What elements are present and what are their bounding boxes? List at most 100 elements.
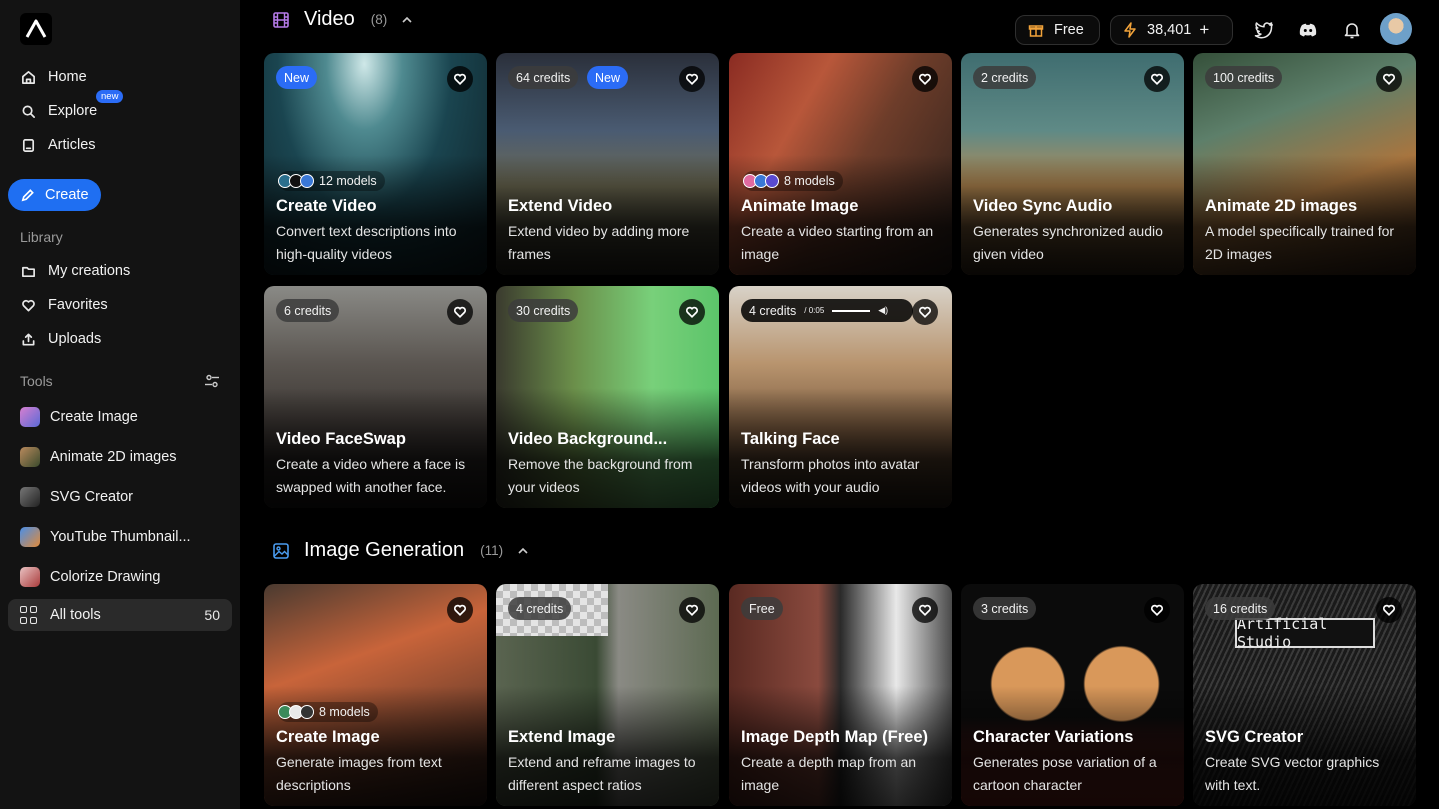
heart-icon	[454, 604, 466, 617]
card-animate-2d-images[interactable]: 100 credits Animate 2D images A model sp…	[1193, 53, 1416, 275]
bell-icon[interactable]	[1342, 20, 1362, 40]
chevron-up-icon[interactable]	[401, 14, 413, 26]
card-create-image[interactable]: 8 models Create Image Generate images fr…	[264, 584, 487, 806]
studio-sign: Artificial Studio	[1235, 615, 1375, 651]
card-title: Create Video	[276, 197, 377, 215]
card-title: Extend Image	[508, 728, 616, 746]
upload-icon	[20, 331, 36, 347]
favorite-button[interactable]	[679, 299, 705, 325]
model-logos-icon	[743, 174, 779, 188]
tool-label: YouTube Thumbnail...	[50, 529, 191, 545]
card-animate-image[interactable]: 8 models Animate Image Create a video st…	[729, 53, 952, 275]
card-image-depth-map[interactable]: Free Image Depth Map (Free) Create a dep…	[729, 584, 952, 806]
card-extend-image[interactable]: 4 credits Extend Image Extend and refram…	[496, 584, 719, 806]
heart-icon	[1151, 73, 1163, 86]
credits-badge: 64 credits	[508, 66, 579, 89]
card-svg-creator[interactable]: Artificial Studio 16 credits SVG Creator…	[1193, 584, 1416, 806]
favorite-button[interactable]	[679, 66, 705, 92]
models-badge: 8 models	[278, 702, 378, 722]
create-button[interactable]: Create	[8, 179, 101, 211]
favorite-button[interactable]	[447, 299, 473, 325]
card-character-variations[interactable]: 3 credits Character Variations Generates…	[961, 584, 1184, 806]
heart-icon	[1151, 604, 1163, 617]
nav-label: Articles	[48, 137, 96, 153]
card-create-video[interactable]: New 12 models Create Video Convert text …	[264, 53, 487, 275]
plan-button[interactable]: Free	[1015, 15, 1100, 45]
nav-label: Favorites	[48, 297, 108, 313]
card-title: Video Background...	[508, 430, 668, 448]
card-video-sync-audio[interactable]: 2 credits Video Sync Audio Generates syn…	[961, 53, 1184, 275]
tool-svg-creator[interactable]: SVG Creator	[8, 481, 232, 513]
library-heading: Library	[20, 229, 63, 245]
volume-icon[interactable]: ◀)	[878, 305, 888, 316]
favorite-button[interactable]	[1144, 66, 1170, 92]
tool-label: Create Image	[50, 409, 138, 425]
card-description: Convert text descriptions into high-qual…	[276, 223, 457, 262]
nav-label: Explore	[48, 103, 98, 119]
tool-animate-2d[interactable]: Animate 2D images	[8, 441, 232, 473]
user-avatar[interactable]	[1380, 13, 1412, 45]
nav-explore[interactable]: Explore new	[8, 90, 232, 127]
favorite-button[interactable]	[447, 597, 473, 623]
credits-badge: 3 credits	[973, 597, 1037, 620]
player-progress[interactable]	[832, 309, 871, 312]
heart-icon	[686, 73, 698, 86]
image-section-header: Image Generation (11)	[272, 539, 529, 562]
favorite-button[interactable]	[912, 299, 938, 325]
credits-badge: 4 credits	[749, 303, 797, 318]
card-extend-video[interactable]: 64 credits New Extend Video Extend video…	[496, 53, 719, 275]
discord-icon[interactable]	[1298, 20, 1318, 40]
nav-uploads[interactable]: Uploads	[8, 323, 232, 355]
tool-thumbnail	[20, 407, 40, 427]
credits-button[interactable]: 38,401 +	[1110, 15, 1233, 45]
card-video-background[interactable]: 30 credits Video Background... Remove th…	[496, 286, 719, 508]
card-description: Transform photos into avatar videos with…	[741, 456, 920, 495]
card-title: Image Depth Map (Free)	[741, 728, 929, 746]
tool-youtube-thumbnail[interactable]: YouTube Thumbnail...	[8, 521, 232, 553]
card-description: Create a depth map from an image	[741, 754, 917, 793]
search-icon	[20, 103, 36, 119]
filter-settings-icon[interactable]	[204, 373, 220, 389]
tool-colorize-drawing[interactable]: Colorize Drawing	[8, 561, 232, 593]
twitter-icon[interactable]	[1254, 20, 1274, 40]
card-description: Generate images from text descriptions	[276, 754, 442, 793]
credits-badge: 2 credits	[973, 66, 1037, 89]
favorite-button[interactable]	[1376, 597, 1402, 623]
tool-label: Colorize Drawing	[50, 569, 161, 585]
audio-player[interactable]: 4 credits / 0:05 ◀)	[741, 299, 913, 322]
favorite-button[interactable]	[679, 597, 705, 623]
card-description: A model specifically trained for 2D imag…	[1205, 223, 1395, 262]
favorite-button[interactable]	[912, 597, 938, 623]
card-talking-face[interactable]: 4 credits / 0:05 ◀) Talking Face Transfo…	[729, 286, 952, 508]
gift-icon	[1028, 25, 1044, 37]
plan-label: Free	[1054, 22, 1084, 38]
card-title: Video FaceSwap	[276, 430, 406, 448]
nav-favorites[interactable]: Favorites	[8, 289, 232, 321]
card-title: Talking Face	[741, 430, 840, 448]
all-tools-count: 50	[204, 607, 220, 623]
heart-icon	[1383, 604, 1395, 617]
favorite-button[interactable]	[447, 66, 473, 92]
card-video-faceswap[interactable]: 6 credits Video FaceSwap Create a video …	[264, 286, 487, 508]
chevron-up-icon[interactable]	[517, 545, 529, 557]
favorite-button[interactable]	[912, 66, 938, 92]
all-tools-button[interactable]: All tools 50	[8, 599, 232, 631]
heart-icon	[919, 604, 931, 617]
tool-create-image[interactable]: Create Image	[8, 401, 232, 433]
models-badge: 8 models	[743, 171, 843, 191]
new-badge: New	[276, 66, 318, 89]
nav-home[interactable]: Home	[8, 61, 232, 93]
card-description: Create a video starting from an image	[741, 223, 934, 262]
section-title: Video	[304, 8, 355, 30]
app-logo[interactable]	[20, 13, 52, 45]
favorite-button[interactable]	[1376, 66, 1402, 92]
nav-label: Uploads	[48, 331, 102, 347]
nav-my-creations[interactable]: My creations	[8, 255, 232, 287]
favorite-button[interactable]	[1144, 597, 1170, 623]
create-label: Create	[45, 187, 89, 203]
nav-articles[interactable]: Articles	[8, 129, 232, 161]
heart-icon	[1383, 73, 1395, 86]
card-title: Create Image	[276, 728, 380, 746]
card-description: Remove the background from your videos	[508, 456, 693, 495]
card-description: Extend and reframe images to different a…	[508, 754, 696, 793]
